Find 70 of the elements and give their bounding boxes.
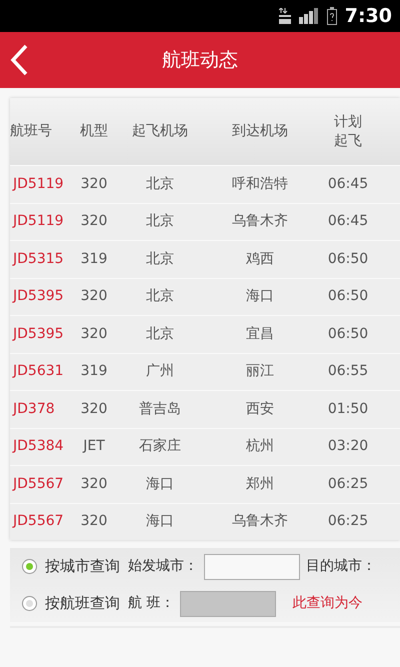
table-cell-text: 06:45 [326, 212, 370, 232]
field-label: 始发城市： [128, 557, 198, 576]
table-cell-text: 06:25 [326, 512, 370, 532]
table-cell-text: 海口 [145, 512, 175, 532]
table-cell-text: 北京 [145, 324, 175, 344]
table-cell-text: 呼和浩特 [231, 174, 289, 194]
table-cell-text: 06:25 [326, 474, 370, 494]
flight-number[interactable]: JD5567 [10, 474, 66, 495]
flight-number[interactable]: JD5315 [10, 248, 66, 270]
flight-number[interactable]: JD5395 [10, 286, 66, 308]
column-header: 到达机场 [231, 122, 289, 141]
table-cell-text: 鸡西 [245, 250, 275, 269]
table-cell-text: JET [82, 437, 106, 456]
table-cell-text: 石家庄 [138, 437, 182, 456]
time-text: 7:30 [344, 4, 392, 29]
table-cell-text: 320 [80, 174, 108, 194]
column-header: 计划起飞 [334, 113, 362, 150]
table-cell-text: 319 [80, 250, 108, 269]
field-label: 航 班： [128, 594, 174, 613]
flight-number[interactable]: JD5567 [10, 511, 66, 532]
table-cell-text: 宜昌 [245, 324, 275, 344]
radio-label[interactable]: 按城市查询 [45, 555, 120, 578]
flight-number[interactable]: JD5395 [10, 324, 66, 345]
radio-button[interactable] [22, 559, 37, 574]
table-cell-text: 杭州 [245, 437, 275, 456]
table-cell-text: 06:50 [326, 250, 370, 269]
table-cell-text: 320 [80, 512, 108, 532]
column-header: 机型 [79, 122, 109, 141]
table-cell-text: 06:50 [326, 287, 370, 306]
radio-button[interactable] [22, 596, 37, 611]
input-field[interactable] [204, 554, 300, 580]
table-cell-text: 海口 [245, 287, 275, 306]
table-cell-text: 丽江 [245, 362, 275, 382]
table-cell-text: 乌鲁木齐 [231, 512, 289, 532]
table-cell-text: 普吉岛 [138, 400, 182, 419]
flight-number[interactable]: JD378 [10, 398, 57, 420]
table-cell-text: 北京 [145, 287, 175, 306]
screen-title: 航班动态 [162, 48, 238, 73]
table-cell-text: 320 [80, 400, 108, 419]
table-cell-text: 319 [80, 362, 108, 382]
signal-icon [298, 8, 319, 24]
network-icon [278, 8, 291, 24]
column-header: 航班号 [10, 122, 53, 141]
column-header: 起飞机场 [131, 122, 189, 141]
table-cell-text: 北京 [145, 174, 175, 194]
flight-number[interactable]: JD5384 [10, 436, 66, 458]
back-button[interactable] [10, 44, 28, 76]
table-cell-text: 06:55 [326, 362, 370, 382]
table-cell-text: 03:20 [326, 437, 370, 456]
table-cell-text: 01:50 [326, 400, 370, 419]
flight-number[interactable]: JD5631 [10, 361, 66, 382]
flight-number[interactable]: JD5119 [10, 211, 66, 232]
table-cell-text: 郑州 [245, 474, 275, 494]
table-cell-text: 320 [80, 212, 108, 232]
table-cell-text: 北京 [145, 212, 175, 232]
table-cell-text: 北京 [145, 250, 175, 269]
table-cell-text: 320 [80, 324, 108, 344]
table-cell-text: 320 [80, 474, 108, 494]
table-cell-text: 06:50 [326, 324, 370, 344]
notice-text: 此查询为今 [292, 594, 362, 613]
table-cell-text: 海口 [145, 474, 175, 494]
battery-icon [326, 7, 337, 25]
table-cell-text: 06:45 [326, 174, 370, 194]
table-cell-text: 乌鲁木齐 [231, 212, 289, 232]
radio-label[interactable]: 按航班查询 [45, 592, 120, 615]
table-cell-text: 西安 [245, 400, 275, 419]
table-cell-text: 320 [80, 287, 108, 306]
flight-number[interactable]: JD5119 [10, 174, 66, 195]
field-label: 目的城市： [306, 557, 376, 576]
table-cell-text: 广州 [145, 362, 175, 382]
